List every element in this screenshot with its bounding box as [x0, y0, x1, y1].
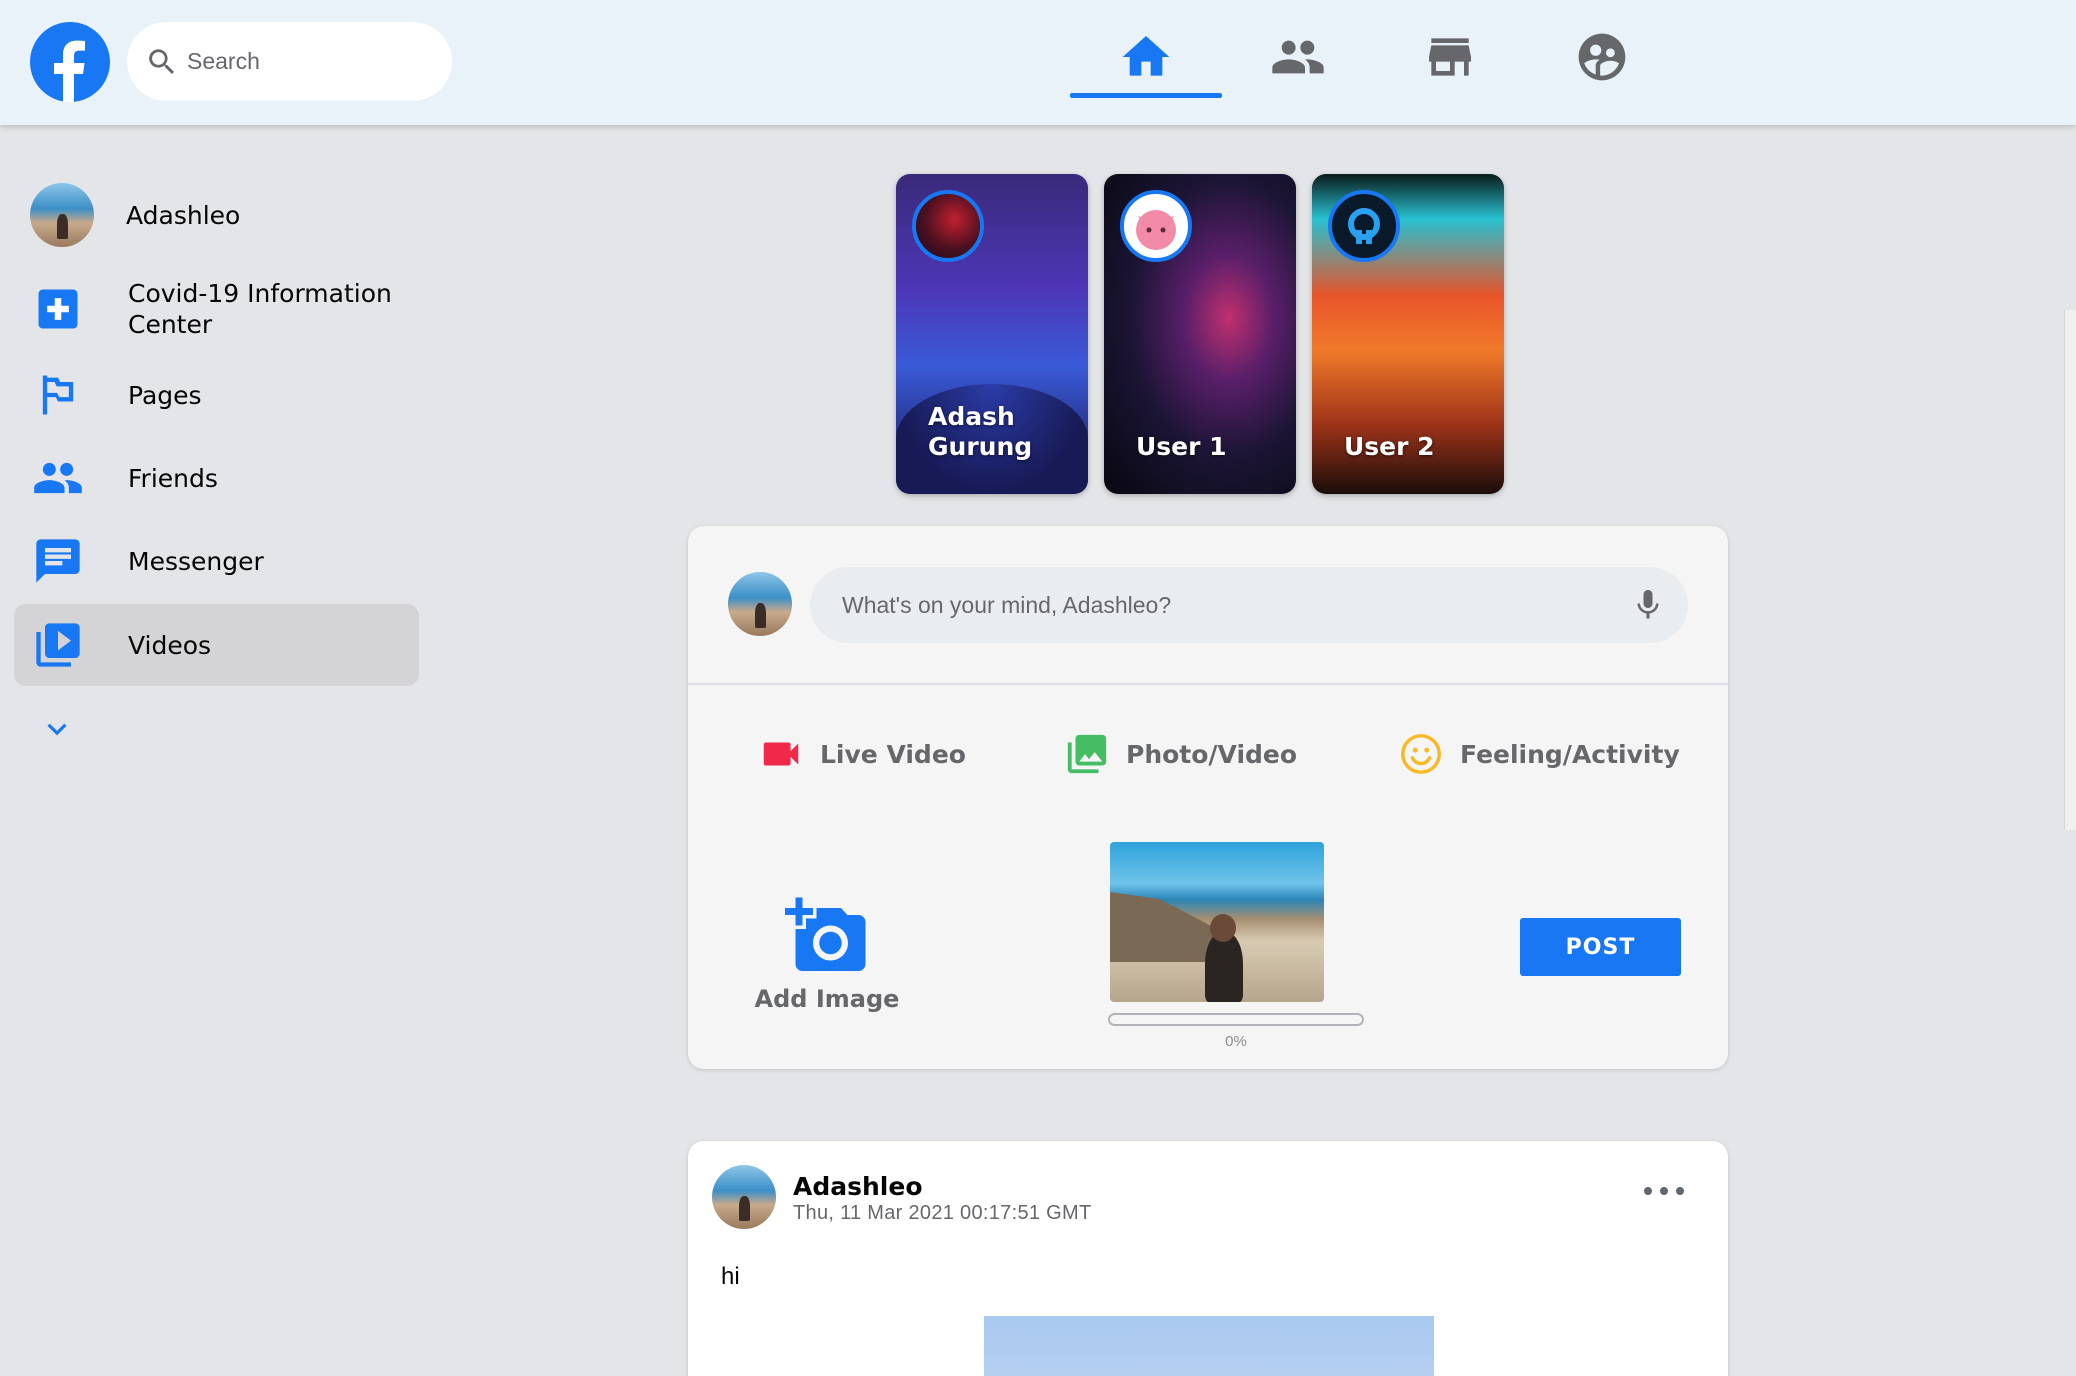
upload-progress-text: 0% [1225, 1033, 1247, 1050]
sidebar-item-pages[interactable]: Pages [14, 360, 419, 430]
action-label: Live Video [820, 739, 966, 769]
top-navbar [0, 0, 2076, 125]
post-button[interactable]: POST [1520, 918, 1681, 976]
action-label: Feeling/Activity [1460, 739, 1680, 769]
post-image [984, 1316, 1434, 1376]
groups-icon [1578, 33, 1626, 81]
status-placeholder: What's on your mind, Adashleo? [842, 591, 1172, 618]
action-label: Photo/Video [1126, 739, 1298, 769]
people-icon [28, 448, 88, 508]
story-avatar [1120, 190, 1192, 262]
story-name: User 2 [1344, 432, 1435, 461]
post-text: hi [721, 1263, 740, 1290]
add-image-button[interactable]: Add Image [752, 894, 902, 1013]
video-library-icon [28, 615, 88, 675]
status-input[interactable]: What's on your mind, Adashleo? [810, 567, 1688, 643]
avatar [728, 572, 792, 636]
sidebar-item-profile[interactable]: Adashleo [14, 180, 419, 250]
sidebar-item-label: Friends [128, 463, 218, 493]
sidebar-item-label: Videos [128, 630, 212, 660]
smile-icon [1401, 734, 1441, 774]
live-video-button[interactable]: Live Video [758, 731, 966, 777]
search-input[interactable] [187, 48, 437, 75]
feeling-activity-button[interactable]: Feeling/Activity [1398, 731, 1680, 777]
story-card[interactable]: User 2 [1312, 174, 1504, 494]
sidebar-item-messenger[interactable]: Messenger [14, 526, 419, 596]
photo-video-button[interactable]: Photo/Video [1064, 731, 1297, 777]
sidebar-user-name: Adashleo [126, 200, 241, 230]
search-bar[interactable] [127, 22, 452, 101]
photo-icon [1067, 734, 1107, 774]
sidebar-item-label: Messenger [128, 546, 264, 576]
chevron-down-icon[interactable] [38, 710, 76, 748]
sidebar-item-covid[interactable]: Covid-19 Information Center [14, 274, 419, 344]
plus-square-icon [28, 279, 88, 339]
post-composer: What's on your mind, Adashleo? Live Vide… [688, 526, 1728, 1069]
feed-post: Adashleo Thu, 11 Mar 2021 00:17:51 GMT h… [688, 1141, 1728, 1376]
tab-home[interactable] [1070, 20, 1222, 98]
chat-icon [28, 531, 88, 591]
add-image-label: Add Image [754, 985, 900, 1013]
people-icon [1272, 40, 1324, 74]
divider [688, 683, 1728, 685]
story-avatar [912, 190, 984, 262]
home-icon [1122, 36, 1170, 76]
story-card[interactable]: User 1 [1104, 174, 1296, 494]
microphone-icon[interactable] [1630, 587, 1666, 623]
video-camera-icon [763, 742, 799, 766]
sidebar-item-videos[interactable]: Videos [14, 604, 419, 686]
avatar [30, 183, 94, 247]
store-icon [1429, 38, 1471, 76]
image-preview [1110, 842, 1324, 1002]
avatar [712, 1165, 776, 1229]
post-author[interactable]: Adashleo [793, 1172, 923, 1201]
story-avatar [1328, 190, 1400, 262]
scrollbar[interactable] [2064, 310, 2076, 830]
tab-groups[interactable] [1526, 20, 1678, 94]
more-options-icon[interactable] [1644, 1187, 1684, 1201]
search-icon [149, 48, 175, 74]
add-photo-icon [785, 897, 866, 971]
upload-progress-bar [1108, 1013, 1364, 1026]
sidebar-item-label: Covid-19 Information Center [128, 279, 392, 339]
story-card[interactable]: Adash Gurung [896, 174, 1088, 494]
tab-friends[interactable] [1222, 20, 1374, 94]
sidebar-item-label: Pages [128, 380, 202, 410]
flag-icon [28, 365, 88, 425]
tab-marketplace[interactable] [1374, 20, 1526, 94]
story-name: Adash Gurung [928, 402, 1033, 461]
facebook-logo-icon[interactable] [30, 22, 110, 102]
post-timestamp: Thu, 11 Mar 2021 00:17:51 GMT [793, 1202, 1092, 1224]
sidebar-item-friends[interactable]: Friends [14, 443, 419, 513]
story-name: User 1 [1136, 432, 1227, 461]
